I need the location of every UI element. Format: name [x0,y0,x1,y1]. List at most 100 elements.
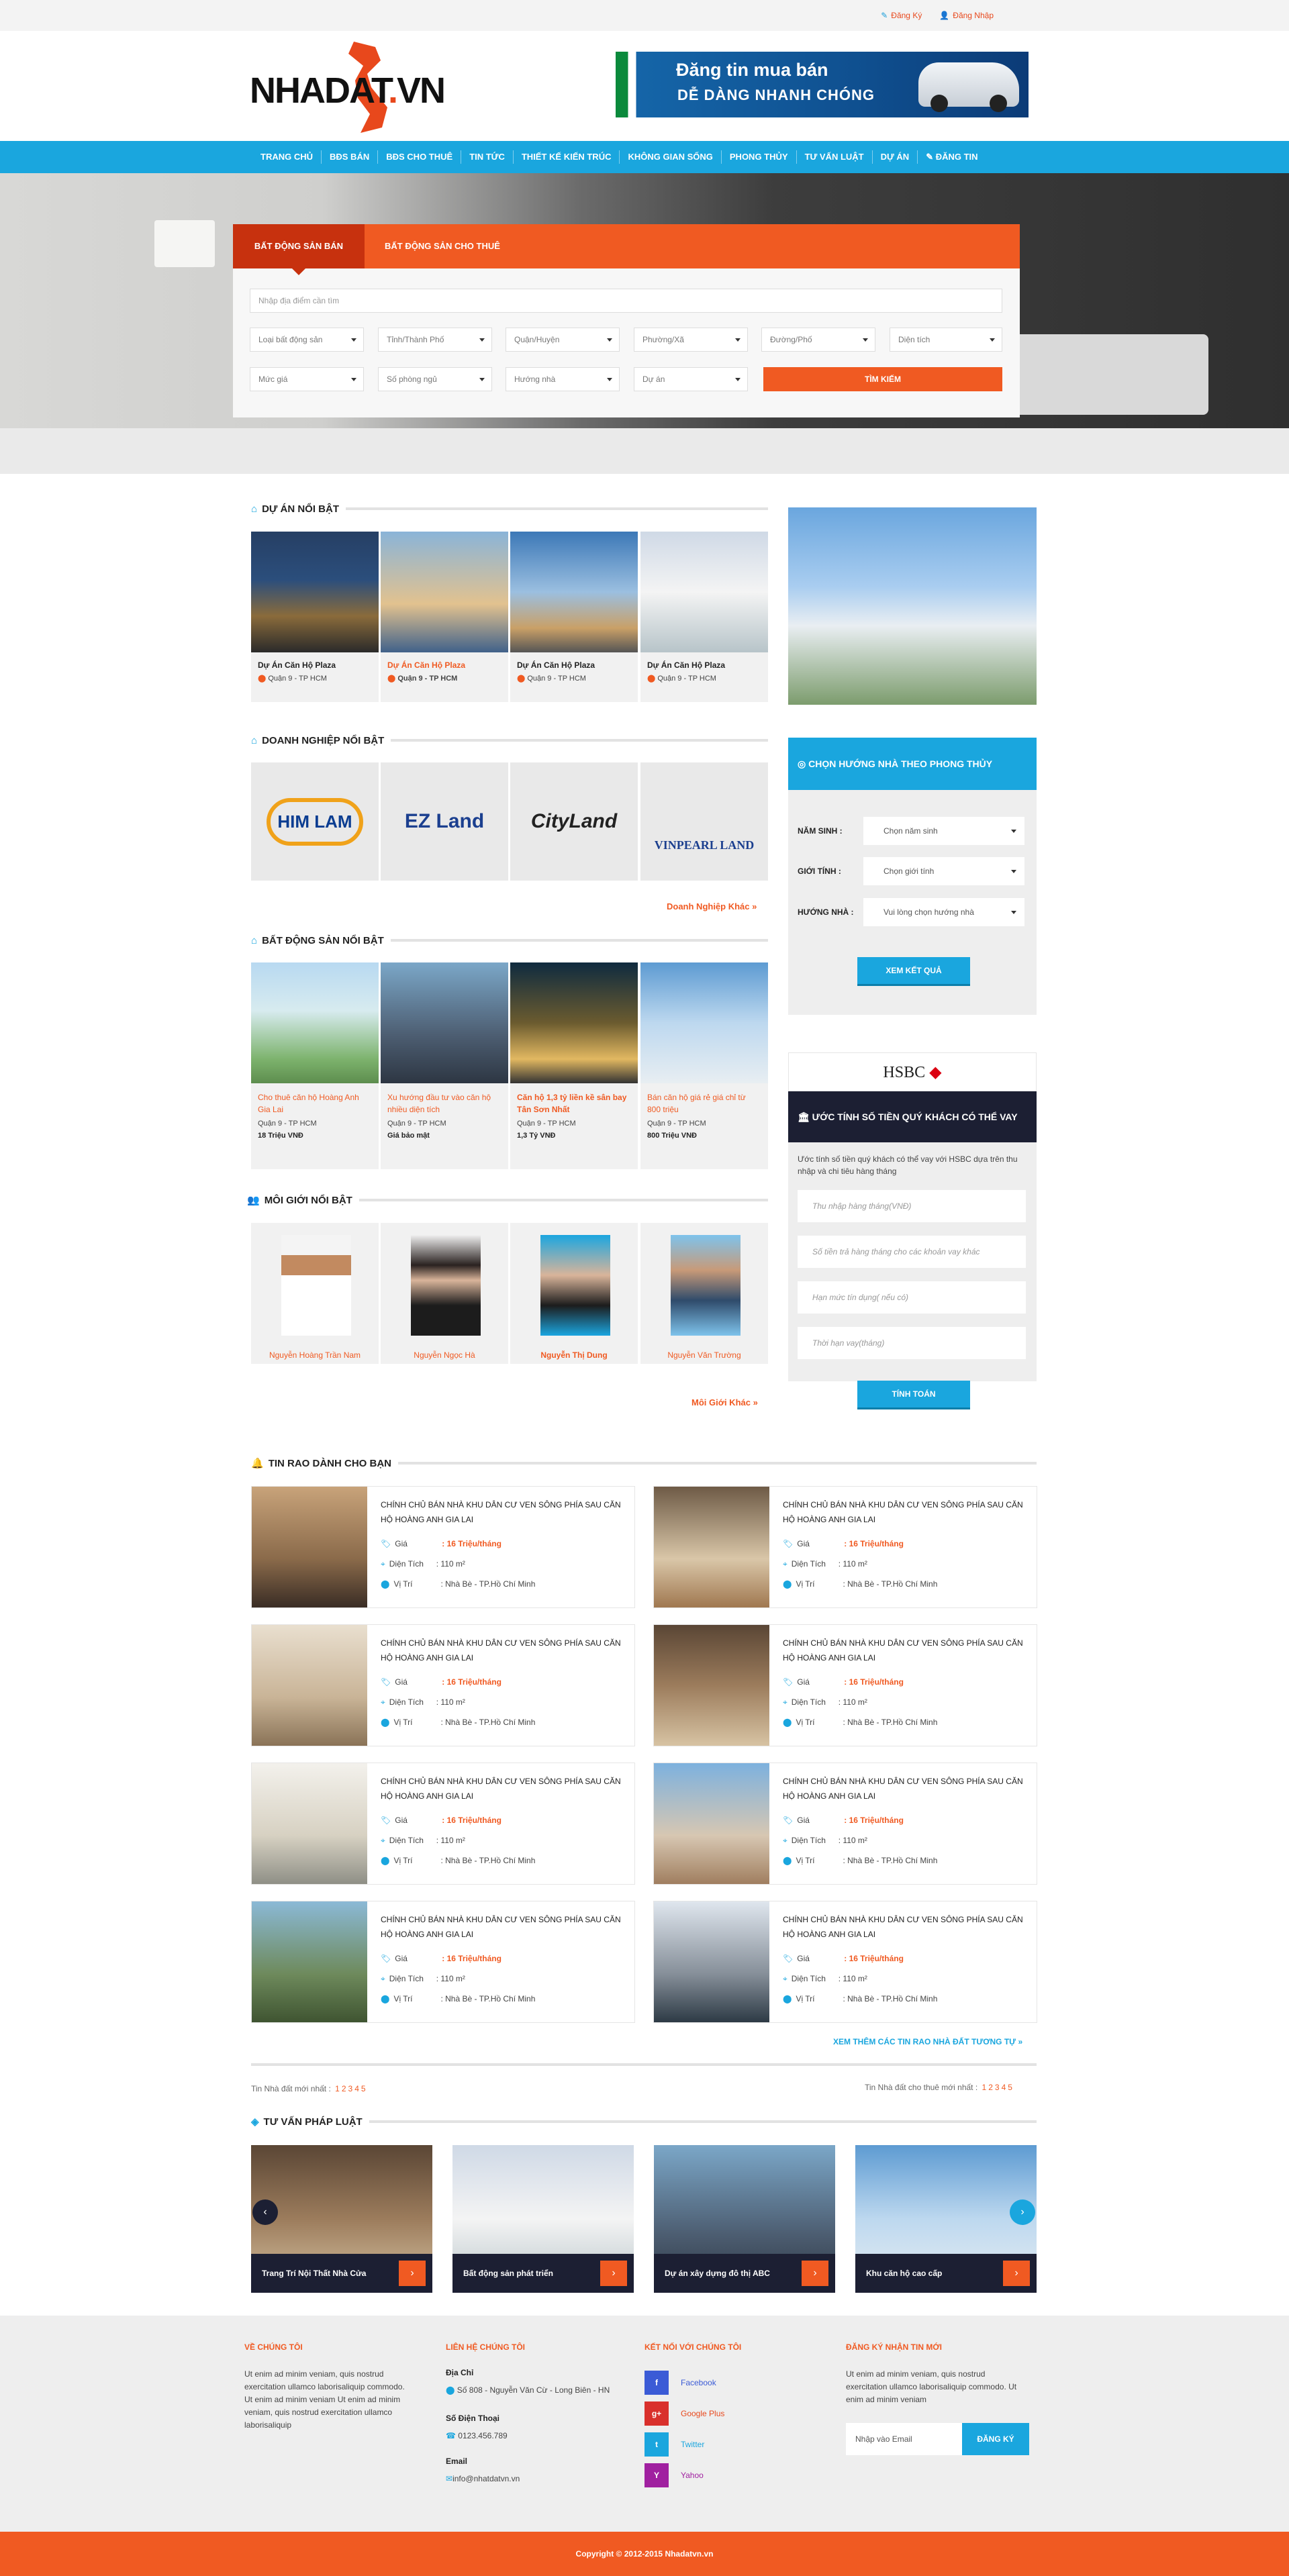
listing-title[interactable]: CHÍNH CHỦ BÁN NHÀ KHU DÂN CƯ VEN SÔNG PH… [783,1912,1028,1942]
other-loan-payment-input[interactable]: Số tiền trả hàng tháng cho các khoản vay… [798,1236,1026,1268]
page-link[interactable]: 5 [361,2084,366,2093]
legal-card[interactable]: Khu căn hộ cao cấp › [855,2145,1037,2293]
credit-limit-input[interactable]: Hạn mức tín dụng( nếu có) [798,1281,1026,1314]
listing-title[interactable]: CHÍNH CHỦ BÁN NHÀ KHU DÂN CƯ VEN SÔNG PH… [381,1497,626,1527]
select-gender[interactable]: Chọn giới tính [863,857,1024,885]
tab-sale[interactable]: BẤT ĐỘNG SẢN BÁN [233,224,365,275]
enterprise-logo-vinpearl[interactable]: VINPEARL LAND [640,762,768,881]
search-input[interactable]: Nhập địa điểm cần tìm [250,289,1002,313]
nav-legal[interactable]: TƯ VẤN LUẬT [797,150,873,164]
enterprise-logo-himlam[interactable]: HIM LAM [251,762,379,881]
listing-card[interactable]: CHÍNH CHỦ BÁN NHÀ KHU DÂN CƯ VEN SÔNG PH… [251,1486,635,1608]
nav-news[interactable]: TIN TỨC [461,150,514,164]
featured-card[interactable]: Bán căn hộ giá rẻ giá chỉ từ 800 triệu Qu… [640,962,768,1169]
listing-title[interactable]: CHÍNH CHỦ BÁN NHÀ KHU DÂN CƯ VEN SÔNG PH… [783,1636,1028,1665]
select-ward[interactable]: Phường/Xã [634,328,748,352]
listing-title[interactable]: CHÍNH CHỦ BÁN NHÀ KHU DÂN CƯ VEN SÔNG PH… [381,1912,626,1942]
listing-title[interactable]: CHÍNH CHỦ BÁN NHÀ KHU DÂN CƯ VEN SÔNG PH… [381,1774,626,1803]
page-link[interactable]: 4 [1002,2083,1006,2092]
legal-card[interactable]: Trang Trí Nội Thất Nhà Cửa › [251,2145,432,2293]
carousel-next-button[interactable]: › [1010,2199,1035,2225]
page-link[interactable]: 2 [342,2084,346,2093]
select-bedrooms[interactable]: Số phòng ngủ [378,367,492,391]
login-link[interactable]: 👤 Đăng Nhập [939,11,994,20]
page-link[interactable]: 4 [354,2084,359,2093]
arrow-right-icon[interactable]: › [399,2261,426,2286]
listing-card[interactable]: CHÍNH CHỦ BÁN NHÀ KHU DÂN CƯ VEN SÔNG PH… [653,1763,1037,1885]
select-province[interactable]: Tỉnh/Thành Phố [378,328,492,352]
register-link[interactable]: ✎ Đăng Ký [881,11,922,20]
more-listings-link[interactable]: XEM THÊM CÁC TIN RAO NHÀ ĐẤT TƯƠNG TỰ » [833,2037,1022,2046]
more-brokers-link[interactable]: Môi Giới Khác » [691,1397,758,1407]
sidebar-building-image[interactable] [788,507,1037,705]
arrow-right-icon[interactable]: › [802,2261,828,2286]
site-logo[interactable]: NHADAT.VN [250,40,465,134]
income-input[interactable]: Thu nhập hàng tháng(VNĐ) [798,1190,1026,1222]
calculate-button[interactable]: TÍNH TOÁN [857,1381,970,1407]
project-card[interactable]: Dự Án Căn Hộ Plaza ⬤ Quận 9 - TP HCM [251,532,379,702]
enterprise-logo-cityland[interactable]: CityLand [510,762,638,881]
legal-card[interactable]: Dự án xây dựng đô thị ABC › [654,2145,835,2293]
featured-card[interactable]: Cho thuê căn hộ Hoàng Anh Gia Lai Quận 9 … [251,962,379,1169]
project-card[interactable]: Dự Án Căn Hộ Plaza ⬤ Quận 9 - TP HCM [510,532,638,702]
nav-rent[interactable]: BĐS CHO THUÊ [378,150,462,164]
featured-card[interactable]: Xu hướng đầu tư vào căn hộ nhiều diện tí… [381,962,508,1169]
yahoo-link[interactable]: Y Yahoo [644,2463,704,2487]
select-project[interactable]: Dự án [634,367,748,391]
broker-card[interactable]: Nguyễn Ngọc Hà [381,1223,508,1364]
listing-card[interactable]: CHÍNH CHỦ BÁN NHÀ KHU DÂN CƯ VEN SÔNG PH… [251,1763,635,1885]
twitter-link[interactable]: t Twitter [644,2432,704,2457]
select-street[interactable]: Đường/Phố [761,328,875,352]
arrow-right-icon[interactable]: › [600,2261,627,2286]
more-enterprises-link[interactable]: Doanh Nghiệp Khác » [667,901,757,911]
broker-card[interactable]: Nguyễn Thị Dung [510,1223,638,1364]
select-property-type[interactable]: Loại bất động sản [250,328,364,352]
view-result-button[interactable]: XEM KẾT QUẢ [857,957,970,984]
listing-card[interactable]: CHÍNH CHỦ BÁN NHÀ KHU DÂN CƯ VEN SÔNG PH… [653,1486,1037,1608]
select-birth-year[interactable]: Chọn năm sinh [863,817,1024,845]
page-link[interactable]: 3 [995,2083,1000,2092]
select-price[interactable]: Mức giá [250,367,364,391]
nav-architecture[interactable]: THIẾT KẾ KIẾN TRÚC [514,150,620,164]
email-link[interactable]: ✉info@nhatdatvn.vn [446,2473,520,2485]
listing-card[interactable]: CHÍNH CHỦ BÁN NHÀ KHU DÂN CƯ VEN SÔNG PH… [653,1901,1037,2023]
listing-title[interactable]: CHÍNH CHỦ BÁN NHÀ KHU DÂN CƯ VEN SÔNG PH… [783,1774,1028,1803]
broker-card[interactable]: Nguyễn Văn Trường [640,1223,768,1364]
project-card[interactable]: Dự Án Căn Hộ Plaza ⬤ Quận 9 - TP HCM [640,532,768,702]
nav-projects[interactable]: DỰ ÁN [873,150,918,164]
page-link[interactable]: 5 [1008,2083,1012,2092]
googleplus-link[interactable]: g+ Google Plus [644,2401,724,2426]
listing-card[interactable]: CHÍNH CHỦ BÁN NHÀ KHU DÂN CƯ VEN SÔNG PH… [251,1901,635,2023]
tab-rent[interactable]: BẤT ĐỘNG SẢN CHO THUÊ [385,224,500,268]
listing-title[interactable]: CHÍNH CHỦ BÁN NHÀ KHU DÂN CƯ VEN SÔNG PH… [783,1497,1028,1527]
listing-card[interactable]: CHÍNH CHỦ BÁN NHÀ KHU DÂN CƯ VEN SÔNG PH… [653,1624,1037,1746]
select-direction[interactable]: Hướng nhà [506,367,620,391]
select-area[interactable]: Diện tích [890,328,1002,352]
nav-home[interactable]: TRANG CHỦ [252,150,322,164]
page-link[interactable]: 3 [348,2084,353,2093]
loan-term-input[interactable]: Thời hạn vay(tháng) [798,1327,1026,1359]
nav-living-space[interactable]: KHÔNG GIAN SỐNG [620,150,722,164]
newsletter-subscribe-button[interactable]: ĐĂNG KÝ [962,2423,1029,2455]
project-card[interactable]: Dự Án Căn Hộ Plaza ⬤ Quận 9 - TP HCM [381,532,508,702]
listing-card[interactable]: CHÍNH CHỦ BÁN NHÀ KHU DÂN CƯ VEN SÔNG PH… [251,1624,635,1746]
enterprise-logo-ezland[interactable]: EZ Land [381,762,508,881]
select-district[interactable]: Quận/Huyện [506,328,620,352]
page-link[interactable]: 2 [988,2083,993,2092]
page-link[interactable]: 1 [982,2083,987,2092]
search-button[interactable]: TÌM KIẾM [763,367,1002,391]
carousel-prev-button[interactable]: ‹ [252,2199,278,2225]
page-link[interactable]: 1 [335,2084,340,2093]
listing-title[interactable]: CHÍNH CHỦ BÁN NHÀ KHU DÂN CƯ VEN SÔNG PH… [381,1636,626,1665]
nav-post[interactable]: ✎ ĐĂNG TIN [918,150,986,164]
nav-fengshui[interactable]: PHONG THỦY [722,150,797,164]
select-house-direction[interactable]: Vui lòng chọn hướng nhà [863,898,1024,926]
legal-card[interactable]: Bất động sản phát triển › [452,2145,634,2293]
nav-sale[interactable]: BĐS BÁN [322,150,379,164]
header-banner-ad[interactable]: Đăng tin mua bán DỄ DÀNG NHANH CHÓNG [616,52,1029,117]
broker-card[interactable]: Nguyễn Hoàng Trần Nam [251,1223,379,1364]
arrow-right-icon[interactable]: › [1003,2261,1030,2286]
facebook-link[interactable]: f Facebook [644,2371,716,2395]
newsletter-email-input[interactable]: Nhập vào Email [846,2423,962,2455]
featured-card[interactable]: Căn hộ 1,3 tỷ liền kề sân bay Tân Sơn Nh… [510,962,638,1169]
